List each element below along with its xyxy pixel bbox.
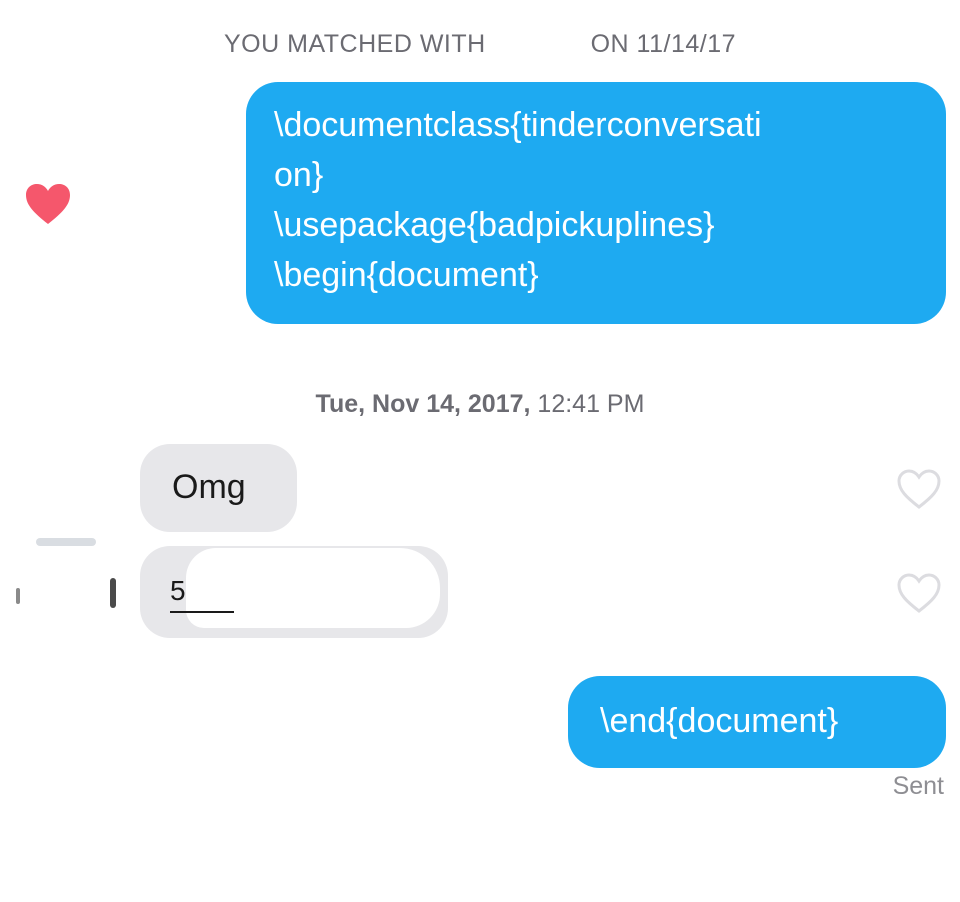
avatar[interactable]: [12, 532, 132, 642]
redacted-message-fragment: 5: [170, 575, 186, 606]
match-banner-right: ON 11/14/17: [590, 30, 736, 58]
delivery-status: Sent: [892, 772, 944, 800]
match-banner-left: YOU MATCHED WITH: [224, 30, 486, 58]
sent-message-bubble[interactable]: \documentclass{tinderconversati on} \use…: [246, 82, 946, 324]
received-message-bubble[interactable]: Omg: [140, 444, 297, 532]
timestamp-time: 12:41 PM: [537, 390, 645, 418]
underline-mark: [170, 611, 234, 613]
filled-heart-icon[interactable]: [24, 182, 72, 226]
avatar-smudge: [16, 588, 20, 604]
outline-heart-icon[interactable]: [896, 572, 942, 614]
outline-heart-icon[interactable]: [896, 468, 942, 510]
match-banner: YOU MATCHED WITH ON 11/14/17: [0, 30, 960, 59]
avatar-smudge: [110, 578, 116, 608]
sent-message-bubble[interactable]: \end{document}: [568, 676, 946, 768]
redacted-name: [493, 34, 584, 57]
avatar-smudge: [36, 538, 96, 546]
chat-screen: YOU MATCHED WITH ON 11/14/17 \documentcl…: [0, 0, 960, 902]
message-timestamp: Tue, Nov 14, 2017, 12:41 PM: [0, 390, 960, 419]
redacted-message-text: 5: [170, 575, 234, 615]
timestamp-day: Tue, Nov 14, 2017,: [315, 390, 531, 418]
